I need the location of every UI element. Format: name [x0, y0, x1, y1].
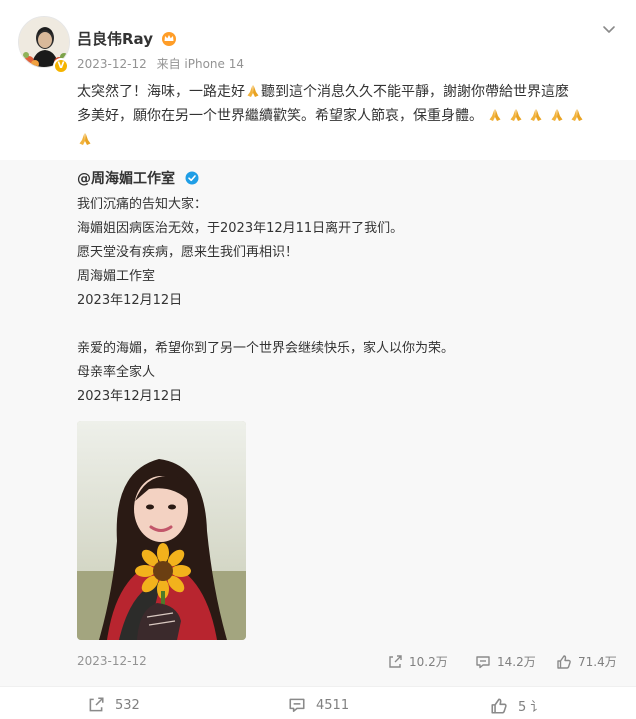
comment-button[interactable]: 4511 — [288, 696, 349, 714]
author-name[interactable]: 吕良伟Ray — [77, 28, 178, 49]
retweet-text-line: 周海媚工作室 — [77, 269, 156, 284]
post-action-bar: 532 4511 5 讠 — [0, 686, 636, 719]
retweet-footer: 2023-12-12 10.2万 14.2万 71.4万 — [77, 654, 621, 670]
retweet-text-line: 母亲率全家人 — [77, 365, 156, 380]
post-text-line2: 多美好，願你在另一个世界繼續歡笑。希望家人節哀，保重身體。 — [77, 108, 483, 124]
verified-badge-icon: V — [53, 58, 69, 74]
pray-emoji-icon — [79, 133, 91, 145]
pray-emoji-icon — [489, 109, 501, 121]
crown-icon — [162, 32, 177, 46]
pray-emoji-icon — [551, 109, 563, 121]
retweet-repost-stat[interactable]: 10.2万 — [387, 653, 448, 670]
author-name-text[interactable]: 吕良伟Ray — [77, 30, 153, 48]
pray-emoji-icon — [510, 109, 522, 121]
pray-emoji-icon — [530, 109, 542, 121]
like-count: 5 讠 — [518, 700, 544, 715]
comment-count: 4511 — [316, 697, 350, 713]
post-text-part1: 太突然了！海味，一路走好 — [77, 84, 245, 100]
weibo-post-card: V 吕良伟Ray 2023-12-12 来自 iPhone 14 太突然了！海味… — [0, 0, 636, 719]
retweet-author-name[interactable]: @周海媚工作室 — [77, 171, 175, 187]
retweet-like-stat[interactable]: 71.4万 — [556, 653, 617, 670]
retweet-text-line: 亲爱的海媚，希望你到了另一个世界会继续快乐，家人以你为荣。 — [77, 341, 455, 356]
repost-icon — [89, 697, 104, 712]
comment-icon — [476, 655, 490, 668]
like-icon — [557, 654, 571, 669]
post-text-part2: 聽到這个消息久久不能平靜，謝謝你帶給世界這麽 — [261, 84, 569, 100]
retweet-comment-stat[interactable]: 14.2万 — [475, 653, 536, 670]
retweet-date[interactable]: 2023-12-12 — [77, 654, 147, 668]
retweet-text-line — [77, 313, 597, 337]
retweet-comment-count: 14.2万 — [497, 655, 536, 669]
retweet-text: 我们沉痛的告知大家： 海媚姐因病医治无效，于2023年12月11日离开了我们。 … — [77, 193, 597, 409]
repost-icon — [389, 654, 402, 668]
pray-emoji-icon — [571, 109, 583, 121]
like-button[interactable]: 5 讠 — [490, 696, 543, 715]
pray-emoji-icon — [247, 85, 259, 97]
retweet-like-count: 71.4万 — [578, 655, 617, 669]
retweet-text-line: 海媚姐因病医治无效，于2023年12月11日离开了我们。 — [77, 221, 404, 236]
post-source: 来自 iPhone 14 — [156, 57, 244, 71]
retweet-author[interactable]: @周海媚工作室 — [77, 168, 199, 188]
retweet-text-line: 2023年12月12日 — [77, 293, 183, 308]
comment-icon — [289, 698, 305, 712]
like-icon — [491, 697, 507, 714]
retweet-text-line: 2023年12月12日 — [77, 389, 183, 404]
chevron-down-icon[interactable] — [600, 20, 618, 38]
post-date[interactable]: 2023-12-12 — [77, 57, 147, 71]
repost-button[interactable]: 532 — [87, 696, 140, 714]
post-meta: 2023-12-12 来自 iPhone 14 — [77, 55, 250, 72]
retweet-text-line: 我们沉痛的告知大家： — [77, 197, 208, 212]
retweeted-post[interactable]: @周海媚工作室 我们沉痛的告知大家： 海媚姐因病医治无效，于2023年12月11… — [0, 160, 636, 686]
retweet-repost-count: 10.2万 — [409, 655, 448, 669]
retweet-photo[interactable] — [77, 421, 246, 640]
verified-badge-icon — [185, 171, 199, 185]
retweet-text-line: 愿天堂没有疾病，愿来生我们再相识！ — [77, 245, 299, 260]
post-text: 太突然了！海味，一路走好 聽到這个消息久久不能平靜，謝謝你帶給世界這麽 多美好，願… — [77, 80, 617, 152]
repost-count: 532 — [115, 697, 140, 713]
